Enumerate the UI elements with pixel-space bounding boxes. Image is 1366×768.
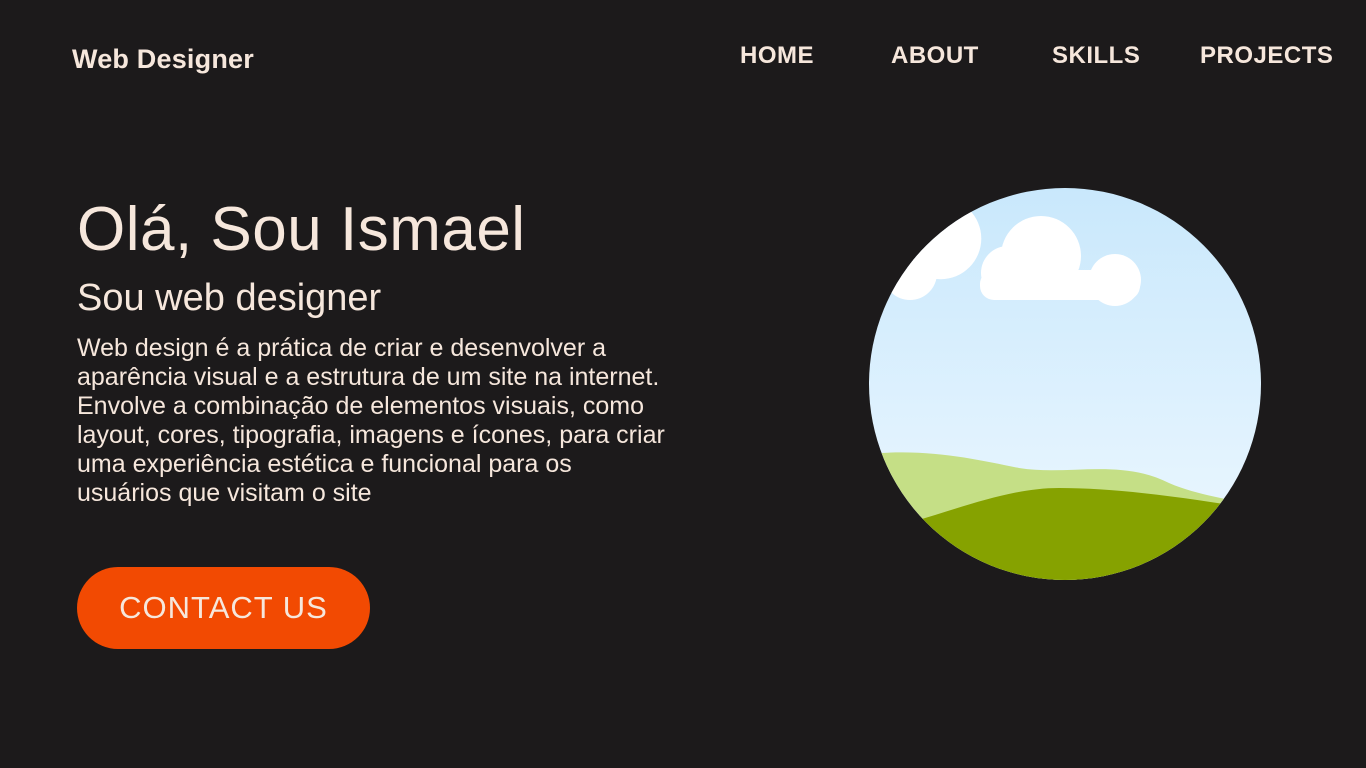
- hero-description: Web design é a prática de criar e desenv…: [77, 334, 665, 507]
- nav-skills-link[interactable]: SKILLS: [1052, 42, 1140, 70]
- nav-about-link[interactable]: ABOUT: [891, 42, 979, 70]
- nav-projects-link[interactable]: PROJECTS: [1200, 42, 1333, 70]
- main-nav: HOME ABOUT SKILLS PROJECTS: [0, 42, 1366, 78]
- landscape-icon: [869, 188, 1261, 580]
- hero-subtitle: Sou web designer: [77, 277, 382, 319]
- landing-page: Web Designer HOME ABOUT SKILLS PROJECTS …: [0, 0, 1366, 768]
- hero-title: Olá, Sou Ismael: [77, 195, 526, 264]
- contact-us-button[interactable]: CONTACT US: [77, 567, 370, 649]
- nav-home-link[interactable]: HOME: [740, 42, 814, 70]
